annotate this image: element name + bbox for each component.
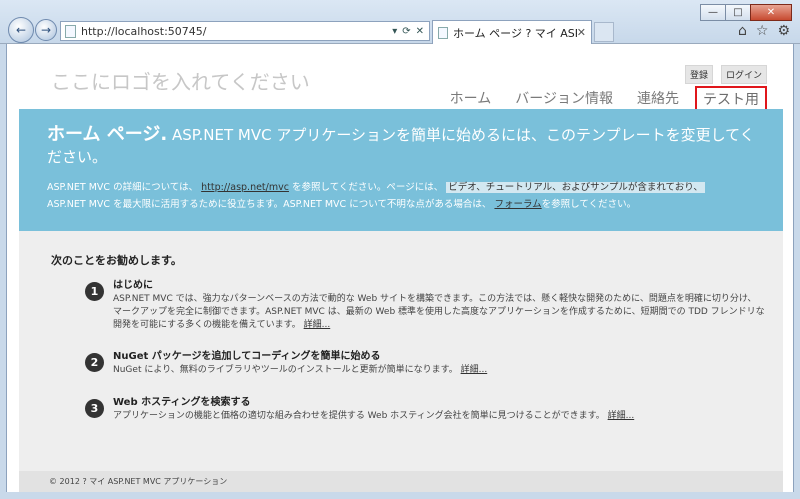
- featured-title-bold: ホーム ページ.: [47, 124, 168, 145]
- step-details-link[interactable]: 詳細...: [304, 320, 331, 330]
- featured-banner: ホーム ページ. ASP.NET MVC アプリケーションを簡単に始めるには、こ…: [19, 109, 783, 231]
- forum-link[interactable]: フォーラム: [494, 199, 541, 210]
- step-title: NuGet パッケージを追加してコーディングを簡単に始める: [113, 351, 381, 362]
- favorites-icon[interactable]: ☆: [756, 23, 769, 39]
- asp-net-mvc-link[interactable]: http://asp.net/mvc: [201, 182, 289, 193]
- address-tools: ▾ ⟳ ✕: [392, 26, 429, 37]
- home-icon[interactable]: ⌂: [738, 23, 747, 39]
- step-title: はじめに: [113, 280, 153, 291]
- new-tab-button[interactable]: [594, 22, 614, 42]
- step-item: 3 Web ホスティングを検索する アプリケーションの機能と価格の適切な組み合わ…: [85, 396, 765, 423]
- search-dropdown-icon[interactable]: ▾: [392, 26, 397, 37]
- register-link[interactable]: 登録: [684, 65, 713, 84]
- url-text[interactable]: http://localhost:50745/: [81, 25, 392, 38]
- desc-text: を参照してください。: [541, 199, 637, 210]
- step-number-badge: 1: [85, 282, 104, 301]
- page-viewport: ここにロゴを入れてください 登録 ログイン ホーム バージョン情報 連絡先 テス…: [6, 44, 794, 492]
- copyright-text: © 2012 ? マイ ASP.NET MVC アプリケーション: [49, 477, 228, 486]
- page-icon: [65, 24, 76, 38]
- tab-page-icon: [438, 26, 448, 39]
- status-bar: [0, 492, 800, 499]
- featured-title: ホーム ページ. ASP.NET MVC アプリケーションを簡単に始めるには、こ…: [47, 124, 767, 168]
- step-details-link[interactable]: 詳細...: [608, 411, 635, 421]
- browser-toolbar-icons: ⌂ ☆ ⚙: [738, 23, 790, 39]
- step-text: アプリケーションの機能と価格の適切な組み合わせを提供する Web ホスティング会…: [113, 410, 765, 423]
- stop-icon[interactable]: ✕: [416, 26, 424, 37]
- tab-title: ホーム ページ ? マイ ASP...: [453, 26, 577, 40]
- maximize-button[interactable]: □: [725, 4, 751, 21]
- step-item: 2 NuGet パッケージを追加してコーディングを簡単に始める NuGet によ…: [85, 350, 765, 377]
- refresh-icon[interactable]: ⟳: [402, 26, 410, 37]
- tab-close-icon[interactable]: ✕: [577, 26, 586, 39]
- step-body: アプリケーションの機能と価格の適切な組み合わせを提供する Web ホスティング会…: [113, 411, 605, 421]
- site-logo[interactable]: ここにロゴを入れてください: [51, 66, 310, 95]
- forward-arrow-icon: →: [40, 23, 52, 37]
- desc-highlight: ビデオ、チュートリアル、およびサンプルが含まれており、: [446, 182, 705, 193]
- desc-text: ASP.NET MVC の詳細については、: [47, 182, 199, 193]
- back-arrow-icon: ←: [15, 23, 27, 37]
- back-button[interactable]: ←: [8, 17, 34, 43]
- forward-button[interactable]: →: [35, 19, 57, 41]
- minimize-button[interactable]: —: [700, 4, 726, 21]
- window-controls: — □ ✕: [700, 4, 792, 21]
- featured-description: ASP.NET MVC の詳細については、 http://asp.net/mvc…: [47, 179, 757, 213]
- step-body: ASP.NET MVC では、強力なパターンベースの方法で動的な Web サイト…: [113, 294, 765, 330]
- browser-chrome: — □ ✕ ← → http://localhost:50745/ ▾ ⟳ ✕ …: [0, 0, 800, 44]
- step-number-badge: 2: [85, 353, 104, 372]
- close-window-button[interactable]: ✕: [750, 4, 792, 21]
- step-text: ASP.NET MVC では、強力なパターンベースの方法で動的な Web サイト…: [113, 293, 765, 332]
- suggest-heading: 次のことをお勧めします。: [51, 254, 182, 267]
- step-number-badge: 3: [85, 399, 104, 418]
- tools-gear-icon[interactable]: ⚙: [777, 23, 790, 39]
- step-item: 1 はじめに ASP.NET MVC では、強力なパターンベースの方法で動的な …: [85, 279, 765, 332]
- step-text: NuGet により、無料のライブラリやツールのインストールと更新が簡単になります…: [113, 364, 765, 377]
- page-footer: © 2012 ? マイ ASP.NET MVC アプリケーション: [19, 471, 783, 492]
- step-details-link[interactable]: 詳細...: [461, 365, 488, 375]
- desc-text: を参照してください。ページには、: [288, 182, 444, 193]
- login-link[interactable]: ログイン: [720, 65, 767, 84]
- browser-tab[interactable]: ホーム ページ ? マイ ASP... ✕: [432, 20, 592, 44]
- step-title: Web ホスティングを検索する: [113, 397, 251, 408]
- login-area: 登録 ログイン: [684, 65, 767, 84]
- desc-text: ASP.NET MVC を最大限に活用するために役立ちます。ASP.NET MV…: [47, 199, 492, 210]
- step-body: NuGet により、無料のライブラリやツールのインストールと更新が簡単になります…: [113, 365, 458, 375]
- address-bar[interactable]: http://localhost:50745/ ▾ ⟳ ✕: [60, 21, 430, 41]
- main-content: 次のことをお勧めします。 1 はじめに ASP.NET MVC では、強力なパタ…: [19, 231, 783, 471]
